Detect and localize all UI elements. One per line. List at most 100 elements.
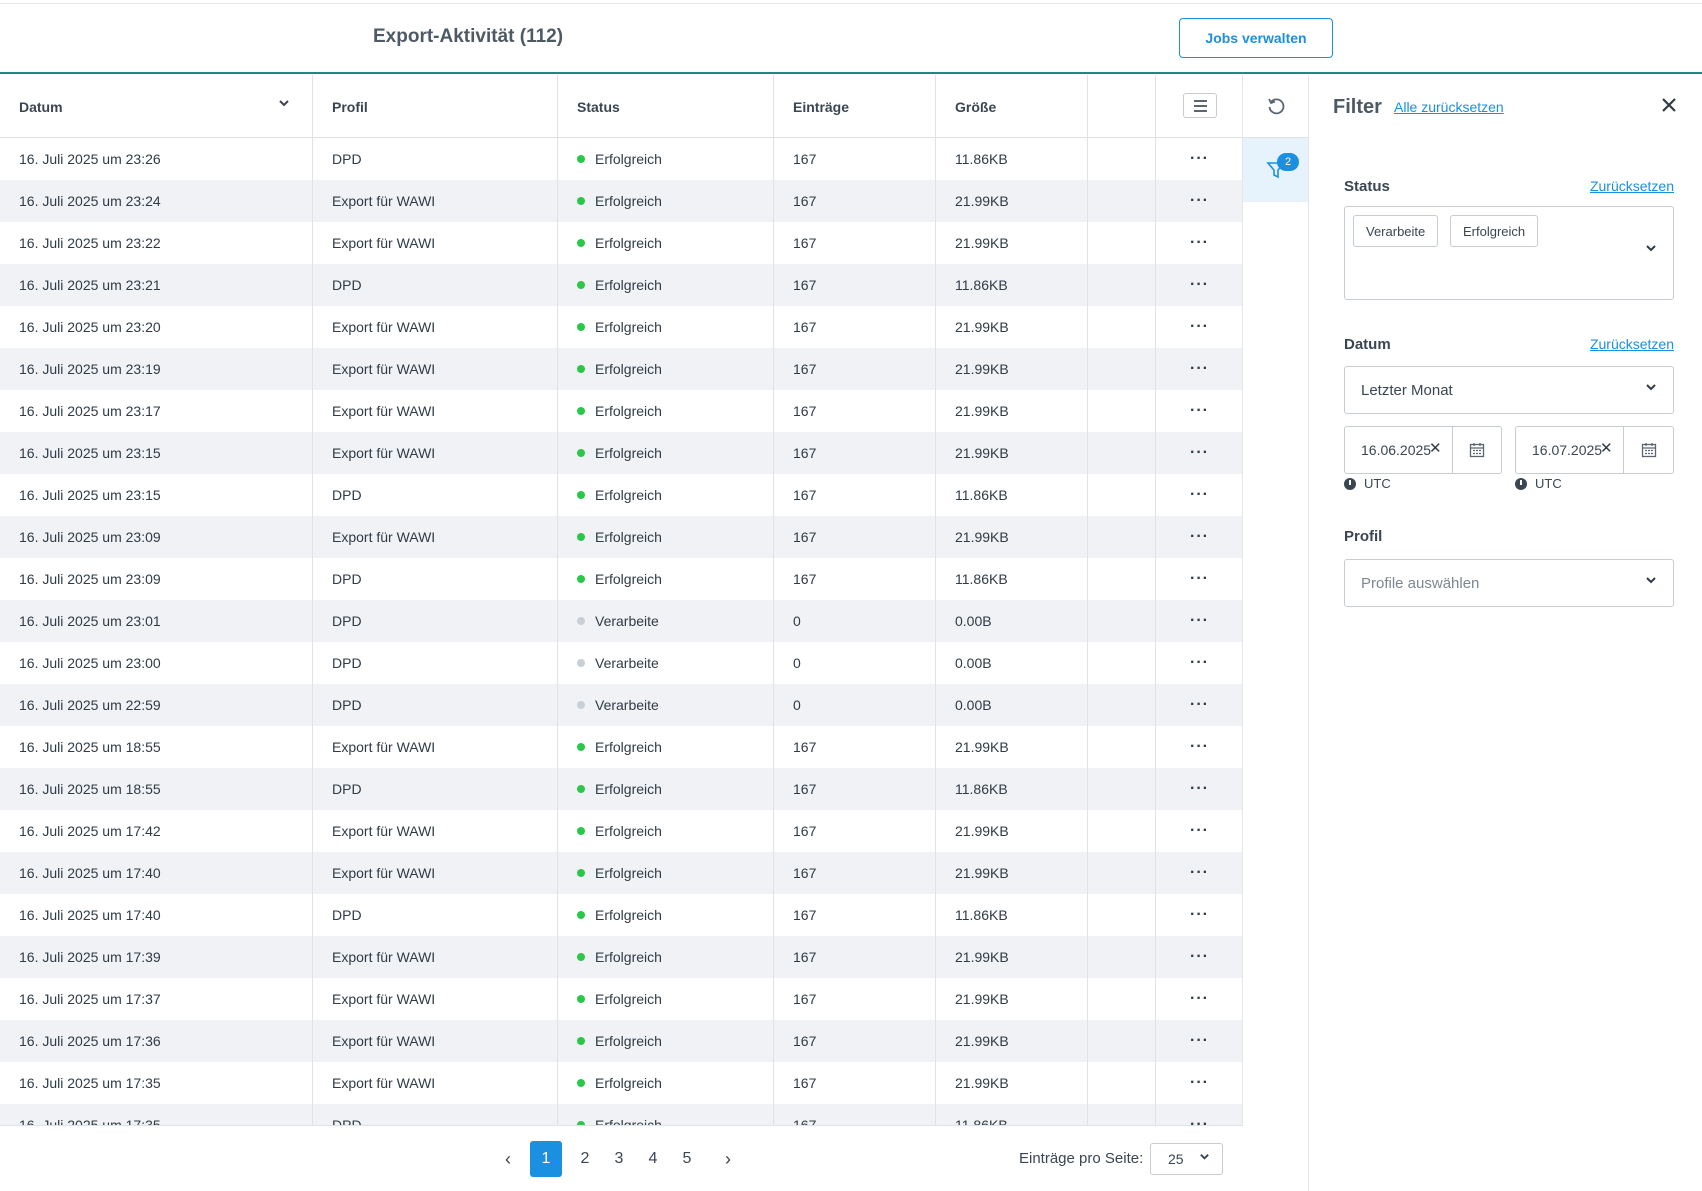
date-to-field[interactable]: 16.07.2025 ✕ — [1515, 426, 1674, 474]
clear-date-to-icon[interactable]: ✕ — [1600, 439, 1613, 457]
row-actions-button[interactable]: ··· — [1156, 852, 1242, 894]
cell-date: 16. Juli 2025 um 17:42 — [0, 810, 313, 852]
table-row[interactable]: 16. Juli 2025 um 17:42 Export für WAWI Erf… — [0, 810, 1242, 852]
table-row[interactable]: 16. Juli 2025 um 23:15 Export für WAWI Erf… — [0, 432, 1242, 474]
row-actions-button[interactable]: ··· — [1156, 138, 1242, 180]
cell-spacer — [1088, 894, 1156, 936]
filter-toggle-button[interactable]: 2 — [1243, 138, 1308, 202]
row-actions-button[interactable]: ··· — [1156, 474, 1242, 516]
table-row[interactable]: 16. Juli 2025 um 23:24 Export für WAWI Erf… — [0, 180, 1242, 222]
date-from-field[interactable]: 16.06.2025 ✕ — [1344, 426, 1502, 474]
row-actions-button[interactable]: ··· — [1156, 432, 1242, 474]
row-actions-button[interactable]: ··· — [1156, 348, 1242, 390]
cell-spacer — [1088, 474, 1156, 516]
close-icon[interactable] — [1661, 93, 1677, 119]
row-actions-button[interactable]: ··· — [1156, 306, 1242, 348]
row-actions-button[interactable]: ··· — [1156, 222, 1242, 264]
next-page-button[interactable]: › — [712, 1141, 744, 1177]
row-actions-button[interactable]: ··· — [1156, 558, 1242, 600]
row-actions-button[interactable]: ··· — [1156, 894, 1242, 936]
clear-date-from-icon[interactable]: ✕ — [1429, 439, 1442, 457]
table-row[interactable]: 16. Juli 2025 um 22:59 DPD Verarbeite 0 0.00… — [0, 684, 1242, 726]
calendar-icon[interactable] — [1625, 427, 1673, 473]
date-range-select[interactable]: Letzter Monat — [1344, 366, 1674, 414]
cell-size: 11.86KB — [936, 474, 1088, 516]
timezone-from-label: UTC — [1364, 476, 1391, 491]
row-actions-button[interactable]: ··· — [1156, 1104, 1242, 1125]
prev-page-button[interactable]: ‹ — [492, 1141, 524, 1177]
table-row[interactable]: 16. Juli 2025 um 23:15 DPD Erfolgreich 167 1… — [0, 474, 1242, 516]
row-actions-button[interactable]: ··· — [1156, 516, 1242, 558]
table-row[interactable]: 16. Juli 2025 um 23:17 Export für WAWI Erf… — [0, 390, 1242, 432]
refresh-button[interactable] — [1243, 75, 1308, 138]
row-actions-button[interactable]: ··· — [1156, 1062, 1242, 1104]
table-row[interactable]: 16. Juli 2025 um 23:09 DPD Erfolgreich 167 1… — [0, 558, 1242, 600]
page-button-5[interactable]: 5 — [671, 1141, 703, 1177]
table-row[interactable]: 16. Juli 2025 um 17:37 Export für WAWI Erf… — [0, 978, 1242, 1020]
page-button-4[interactable]: 4 — [637, 1141, 669, 1177]
chevron-down-icon — [1645, 242, 1657, 257]
timezone-to-label: UTC — [1535, 476, 1562, 491]
table-row[interactable]: 16. Juli 2025 um 17:35 Export für WAWI Erf… — [0, 1062, 1242, 1104]
table-row[interactable]: 16. Juli 2025 um 17:40 DPD Erfolgreich 167 1… — [0, 894, 1242, 936]
cell-size: 0.00B — [936, 600, 1088, 642]
row-actions-button[interactable]: ··· — [1156, 936, 1242, 978]
status-multiselect[interactable]: Verarbeite Erfolgreich — [1344, 206, 1674, 300]
table-row[interactable]: 16. Juli 2025 um 17:36 Export für WAWI Erf… — [0, 1020, 1242, 1062]
cell-entries: 167 — [774, 558, 936, 600]
table-row[interactable]: 16. Juli 2025 um 23:00 DPD Verarbeite 0 0.00… — [0, 642, 1242, 684]
table-row[interactable]: 16. Juli 2025 um 17:39 Export für WAWI Erf… — [0, 936, 1242, 978]
column-header-status[interactable]: Status — [558, 75, 774, 138]
table-row[interactable]: 16. Juli 2025 um 23:09 Export für WAWI Erf… — [0, 516, 1242, 558]
column-header-entries[interactable]: Einträge — [774, 75, 936, 138]
column-header-profile[interactable]: Profil — [313, 75, 558, 138]
status-reset-link[interactable]: Zurücksetzen — [1590, 178, 1674, 194]
cell-status: Erfolgreich — [558, 894, 774, 936]
row-actions-button[interactable]: ··· — [1156, 684, 1242, 726]
column-header-size[interactable]: Größe — [936, 75, 1088, 138]
cell-status: Verarbeite — [558, 684, 774, 726]
row-actions-button[interactable]: ··· — [1156, 180, 1242, 222]
reset-all-link[interactable]: Alle zurücksetzen — [1394, 99, 1504, 115]
cell-entries: 167 — [774, 894, 936, 936]
calendar-icon[interactable] — [1453, 427, 1501, 473]
manage-jobs-button[interactable]: Jobs verwalten — [1179, 18, 1333, 58]
row-actions-button[interactable]: ··· — [1156, 810, 1242, 852]
row-actions-button[interactable]: ··· — [1156, 642, 1242, 684]
page-button-1[interactable]: 1 — [530, 1141, 562, 1177]
row-actions-button[interactable]: ··· — [1156, 726, 1242, 768]
page-button-3[interactable]: 3 — [603, 1141, 635, 1177]
row-actions-button[interactable]: ··· — [1156, 768, 1242, 810]
table-row[interactable]: 16. Juli 2025 um 18:55 DPD Erfolgreich 167 1… — [0, 768, 1242, 810]
status-dot-icon — [577, 281, 585, 289]
row-actions-button[interactable]: ··· — [1156, 978, 1242, 1020]
date-reset-link[interactable]: Zurücksetzen — [1590, 336, 1674, 352]
status-tag-processing[interactable]: Verarbeite — [1353, 215, 1439, 247]
status-tag-success[interactable]: Erfolgreich — [1450, 215, 1539, 247]
row-actions-button[interactable]: ··· — [1156, 390, 1242, 432]
column-header-date[interactable]: Datum — [0, 75, 313, 138]
cell-entries: 167 — [774, 306, 936, 348]
column-menu-button[interactable] — [1183, 93, 1217, 118]
row-actions-button[interactable]: ··· — [1156, 264, 1242, 306]
table-row[interactable]: 16. Juli 2025 um 23:26 DPD Erfolgreich 167 1… — [0, 138, 1242, 180]
table-row[interactable]: 16. Juli 2025 um 23:01 DPD Verarbeite 0 0.00… — [0, 600, 1242, 642]
table-row[interactable]: 16. Juli 2025 um 17:35 DPD Erfolgreich 167 1… — [0, 1104, 1242, 1125]
cell-profile: DPD — [313, 138, 558, 180]
table-row[interactable]: 16. Juli 2025 um 23:20 Export für WAWI Erf… — [0, 306, 1242, 348]
table-row[interactable]: 16. Juli 2025 um 23:19 Export für WAWI Erf… — [0, 348, 1242, 390]
sort-chevron-icon[interactable] — [278, 97, 290, 112]
profile-select[interactable]: Profile auswählen — [1344, 559, 1674, 607]
row-actions-button[interactable]: ··· — [1156, 600, 1242, 642]
cell-profile: Export für WAWI — [313, 516, 558, 558]
table-row[interactable]: 16. Juli 2025 um 23:21 DPD Erfolgreich 167 1… — [0, 264, 1242, 306]
cell-date: 16. Juli 2025 um 18:55 — [0, 768, 313, 810]
row-actions-button[interactable]: ··· — [1156, 1020, 1242, 1062]
table-row[interactable]: 16. Juli 2025 um 18:55 Export für WAWI Erf… — [0, 726, 1242, 768]
cell-date: 16. Juli 2025 um 17:37 — [0, 978, 313, 1020]
cell-spacer — [1088, 810, 1156, 852]
page-button-2[interactable]: 2 — [569, 1141, 601, 1177]
per-page-select[interactable]: 25 — [1150, 1143, 1223, 1175]
table-row[interactable]: 16. Juli 2025 um 17:40 Export für WAWI Erf… — [0, 852, 1242, 894]
table-row[interactable]: 16. Juli 2025 um 23:22 Export für WAWI Erf… — [0, 222, 1242, 264]
